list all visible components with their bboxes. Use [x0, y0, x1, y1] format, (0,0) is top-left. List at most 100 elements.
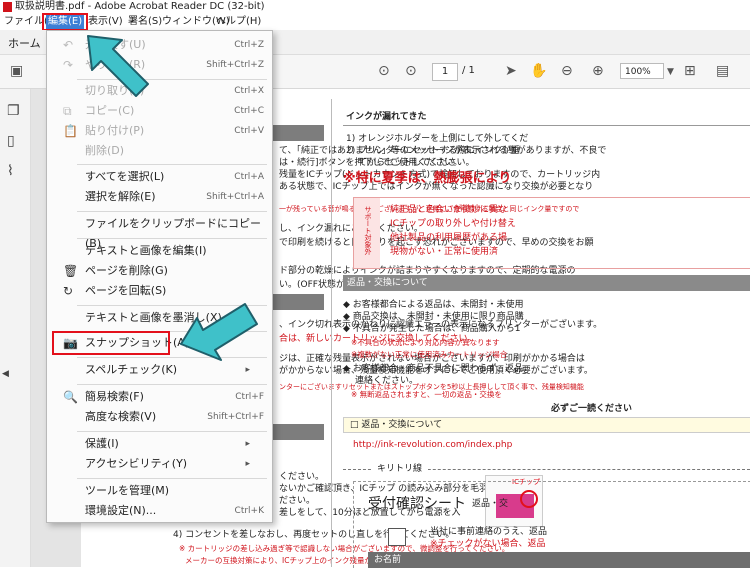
menu-sign[interactable]: 署名(S) [126, 15, 164, 29]
menu-item-shortcut: Ctrl+V [234, 126, 264, 136]
menu-item-accessibility[interactable]: アクセシビリティ(Y) ▸ [47, 454, 272, 474]
return-line: ※複数がない正常に使用済みカートリッジ場合 [351, 350, 508, 359]
menu-item-delete[interactable]: 削除(D) [47, 141, 272, 161]
shop-url-link[interactable]: http://ink-revolution.com/index.php [353, 439, 512, 451]
window-title: 取扱説明書.pdf - Adobe Acrobat Reader DC (32-… [15, 1, 265, 12]
bookmark-icon[interactable]: ▯ [7, 133, 15, 149]
return-line: ※不具合の状況により対応内容が異なります [351, 338, 500, 347]
menu-item-copy[interactable]: ⧉ コピー(C) Ctrl+C [47, 101, 272, 121]
doc-line: ださい。 [279, 496, 316, 506]
menu-item-shortcut: Ctrl+X [234, 86, 264, 96]
menu-item-label: すべてを選択(L) [85, 170, 165, 183]
scroll-mode-icon[interactable]: ▤ [716, 63, 729, 79]
menu-item-label: 簡易検索(F) [85, 390, 144, 403]
menu-item-edit-text-images[interactable]: テキストと画像を編集(I) [47, 241, 272, 261]
menu-item-select-all[interactable]: すべてを選択(L) Ctrl+A [47, 167, 272, 187]
ink-leak-step: 1) オレンジホルダーを上側にして外してくだ [346, 134, 529, 144]
page-number-input[interactable]: 1 [432, 63, 458, 81]
menu-help[interactable]: ヘルプ(H) [214, 15, 263, 29]
menu-item-delete-page[interactable]: 🗑 ページを削除(G) [47, 261, 272, 281]
receipt-checkbox[interactable] [388, 528, 406, 546]
snapshot-highlight-box [52, 331, 170, 355]
submenu-arrow-icon: ▸ [245, 459, 250, 469]
return-line: ◆ 商品交換は、未開封・未使用に限り商品購 [343, 312, 524, 322]
menu-item-label: 高度な検索(V) [85, 410, 157, 423]
menu-item-redo[interactable]: ↷やり直し(R)Shift+Ctrl+Z [47, 55, 272, 75]
menu-item-protect[interactable]: 保護(I) ▸ [47, 434, 272, 454]
menu-bar: ファイル(F) 編集(E) 表示(V) 署名(S) ウィンドウ(W) ヘルプ(H… [0, 14, 750, 30]
return-line: ◆ お客様都合による返品は、未開封・未使用 [343, 300, 524, 310]
hand-tool-icon[interactable]: ✋ [530, 63, 547, 79]
edit-menu-highlight-box [42, 13, 88, 31]
column-divider [331, 99, 332, 567]
zoom-in-icon[interactable]: ⊕ [592, 63, 604, 79]
return-line: ◆ お客様都合・商品不具合に関わらず、返品 [343, 364, 523, 374]
menu-item-quick-find[interactable]: 🔍 簡易検索(F) Ctrl+F [47, 387, 272, 407]
return-line: 連絡ください。 [355, 376, 419, 386]
menu-item-shortcut: Ctrl+Z [234, 40, 264, 50]
menu-separator [77, 211, 267, 212]
receipt-title: 受付確認シート [368, 496, 466, 512]
paste-icon: 📋 [63, 124, 78, 138]
cut-line-label: キリトリ線 [371, 463, 429, 475]
next-page-icon[interactable]: ⊙ [405, 63, 417, 79]
zoom-dropdown-icon[interactable]: ▼ [667, 67, 674, 77]
collapse-pane-icon[interactable]: ◀ [2, 369, 9, 379]
menu-item-preferences[interactable]: 環境設定(N)... Ctrl+K [47, 501, 272, 521]
name-row: お名前 [368, 552, 750, 568]
trash-icon: 🗑 [63, 264, 79, 278]
menu-separator [77, 164, 267, 165]
menu-item-shortcut: Shift+Ctrl+F [207, 412, 264, 422]
menu-item-cut[interactable]: 切り取り(T) Ctrl+X [47, 81, 272, 101]
return-line: ※ 無断返品されますと、一切の返品・交換を [351, 390, 502, 399]
menu-item-shortcut: Shift+Ctrl+Z [206, 60, 264, 70]
return-box: □ 返品・交換について [343, 417, 750, 433]
redo-icon: ↷ [63, 58, 74, 72]
ink-leak-step: 2) プリンターにセットする際にインクが垂 [346, 146, 521, 156]
arrow-callout-edit-menu [87, 35, 149, 97]
zoom-select[interactable]: 100% [620, 63, 664, 79]
search-icon: 🔍 [63, 390, 78, 404]
menu-item-label: 貼り付け(P) [85, 124, 145, 137]
support-note: ICチップの取り外しや付け替え [390, 219, 516, 229]
menu-item-advanced-search[interactable]: 高度な検索(V) Shift+Ctrl+F [47, 407, 272, 427]
select-cursor-icon[interactable]: ➤ [505, 63, 517, 79]
attachment-icon[interactable]: ⌇ [7, 163, 14, 179]
menu-item-undo[interactable]: ↶元に戻す(U)Ctrl+Z [47, 35, 272, 55]
pages-thumbnail-icon[interactable]: ❐ [7, 103, 20, 119]
arrow-callout-snapshot [180, 303, 258, 361]
prev-page-icon[interactable]: ⊙ [378, 63, 390, 79]
menu-item-deselect[interactable]: 選択を解除(E) Shift+Ctrl+A [47, 187, 272, 207]
menu-item-label: テキストと画像を編集(I) [85, 244, 207, 257]
menu-item-label: ページを削除(G) [85, 264, 168, 277]
menu-item-label: ツールを管理(M) [85, 484, 170, 497]
menu-item-label: 保護(I) [85, 437, 119, 450]
doc-line: ください。 [279, 472, 325, 482]
receipt-note: ※チェックがない場合、返品 [430, 539, 546, 549]
menu-view[interactable]: 表示(V) [86, 15, 125, 29]
menu-item-label: 環境設定(N)... [85, 504, 157, 517]
return-line: ◆ 不具合が発生した場合は、商品購入から1 [343, 324, 521, 334]
return-box-label: □ 返品・交換について [350, 420, 443, 430]
tab-home[interactable]: ホーム [8, 35, 41, 51]
support-note: 純正品と色合いが微妙に異な [390, 205, 508, 215]
summer-warning: ※特に夏季は、熱膨張により [343, 171, 512, 186]
support-note: 他社製品の利用履歴がある場 [390, 233, 508, 243]
menu-item-copy-file-clipboard[interactable]: ファイルをクリップボードにコピー(B) [47, 214, 272, 250]
support-box: サポート対象外 純正品と色合いが微妙に異な ICチップの取り外しや付け替え 他社… [353, 197, 750, 269]
page-fit-icon[interactable]: ⊞ [684, 63, 696, 79]
menu-item-manage-tools[interactable]: ツールを管理(M) [47, 481, 272, 501]
receipt-subtitle: 返品・交 [472, 499, 509, 509]
zoom-out-icon[interactable]: ⊖ [561, 63, 573, 79]
title-bar: 取扱説明書.pdf - Adobe Acrobat Reader DC (32-… [0, 0, 750, 14]
menu-separator [77, 478, 267, 479]
acrobat-app-icon [3, 2, 12, 12]
menu-item-label: スペルチェック(K) [85, 363, 178, 376]
menu-item-paste[interactable]: 📋 貼り付け(P) Ctrl+V [47, 121, 272, 141]
menu-separator [77, 431, 267, 432]
submenu-arrow-icon: ▸ [245, 439, 250, 449]
menu-item-label: 選択を解除(E) [85, 190, 156, 203]
menu-item-shortcut: Ctrl+A [234, 172, 264, 182]
copy-icon: ⧉ [63, 104, 72, 118]
save-icon[interactable]: ▣ [10, 63, 23, 79]
